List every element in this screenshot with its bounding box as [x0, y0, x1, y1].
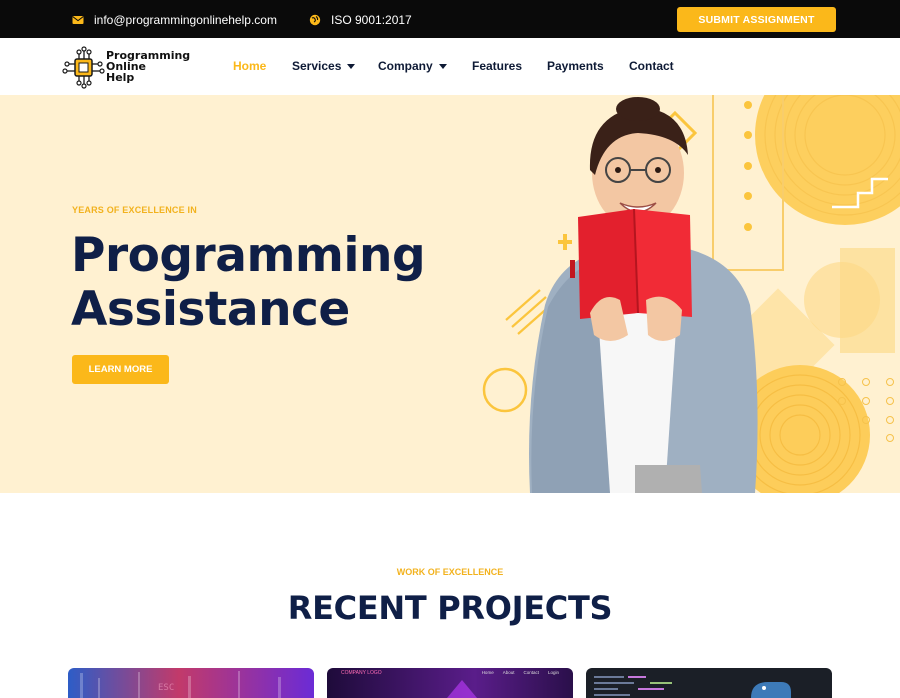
- chip-logo-icon: [62, 46, 105, 89]
- caret-down-icon: [347, 63, 356, 69]
- logo-wordmark: Programming Online Help: [106, 50, 190, 83]
- submit-assignment-button[interactable]: SUBMIT ASSIGNMENT: [677, 7, 836, 32]
- project-thumbnail: [447, 680, 477, 698]
- project-card-2[interactable]: COMPANY LOGO Home About Contact Login: [327, 668, 573, 698]
- site-logo[interactable]: Programming Online Help: [62, 46, 190, 89]
- nav-item-contact[interactable]: Contact: [629, 59, 674, 73]
- project-card-3[interactable]: [586, 668, 832, 698]
- nav-item-payments[interactable]: Payments: [547, 59, 604, 73]
- nav-item-label: Payments: [547, 59, 604, 73]
- projects-eyebrow: WORK OF EXCELLENCE: [396, 567, 504, 577]
- email-text[interactable]: info@programmingonlinehelp.com: [94, 13, 277, 27]
- nav-item-label: Home: [233, 59, 267, 73]
- projects-title: RECENT PROJECTS: [287, 589, 613, 627]
- logo-line-3: Help: [106, 71, 135, 84]
- hero-title-line-2: Assistance: [71, 282, 350, 337]
- hero-illustration: [482, 95, 900, 493]
- globe-icon: [309, 14, 321, 26]
- learn-more-button[interactable]: LEARN MORE: [72, 355, 169, 384]
- project-card-1[interactable]: ESC: [68, 668, 314, 698]
- student-photo: [529, 97, 758, 493]
- nav-item-label: Services: [292, 59, 342, 73]
- nav-item-features[interactable]: Features: [472, 59, 522, 73]
- hero-banner: YEARS OF EXCELLENCE IN Programming Assis…: [0, 95, 900, 493]
- project-thumbnail: [594, 676, 791, 698]
- nav-item-label: Features: [472, 59, 523, 73]
- hero-title-line-1: Programming: [71, 228, 426, 283]
- caret-down-icon: [438, 63, 447, 69]
- top-bar: info@programmingonlinehelp.com ISO 9001:…: [0, 0, 900, 38]
- project-thumbnail: ESC: [80, 671, 281, 698]
- nav-item-label: Contact: [629, 59, 674, 73]
- iso-certification: ISO 9001:2017: [309, 13, 412, 27]
- hero-eyebrow: YEARS OF EXCELLENCE IN: [72, 205, 197, 215]
- nav-item-services[interactable]: Services: [292, 59, 356, 73]
- iso-text: ISO 9001:2017: [331, 13, 412, 27]
- main-navigation: Programming Online Help Home Services Co…: [0, 38, 900, 95]
- envelope-icon: [72, 16, 84, 24]
- contact-email[interactable]: info@programmingonlinehelp.com: [72, 13, 277, 27]
- nav-item-home[interactable]: Home: [233, 59, 266, 73]
- nav-item-company[interactable]: Company: [378, 59, 447, 73]
- hero-title: Programming Assistance: [71, 228, 426, 337]
- nav-item-label: Company: [378, 59, 433, 73]
